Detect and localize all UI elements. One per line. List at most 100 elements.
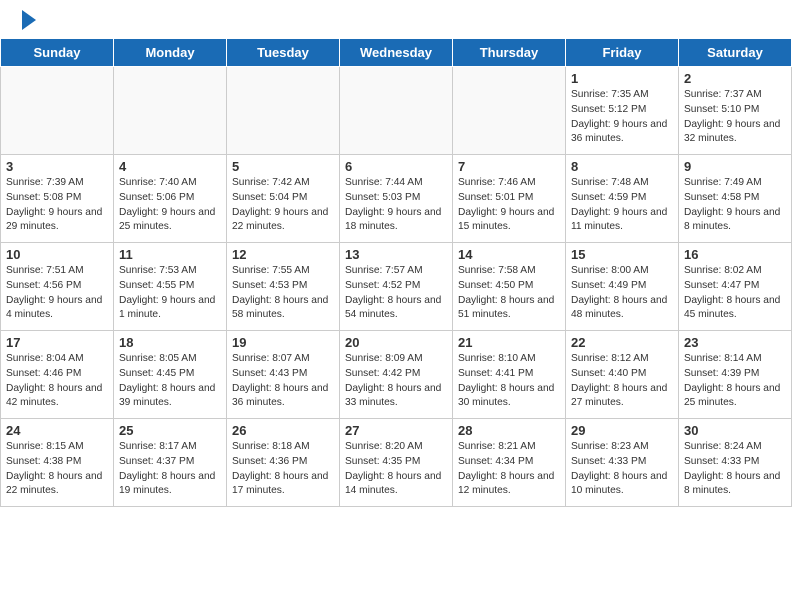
weekday-header-thursday: Thursday: [453, 39, 566, 67]
day-number: 26: [232, 423, 334, 438]
calendar-cell: 12 Sunrise: 7:55 AM Sunset: 4:53 PM Dayli…: [227, 243, 340, 331]
calendar-week-1: 1 Sunrise: 7:35 AM Sunset: 5:12 PM Daylig…: [1, 67, 792, 155]
calendar-cell: 11 Sunrise: 7:53 AM Sunset: 4:55 PM Dayli…: [114, 243, 227, 331]
day-number: 8: [571, 159, 673, 174]
calendar-cell: 28 Sunrise: 8:21 AM Sunset: 4:34 PM Dayli…: [453, 419, 566, 507]
calendar-cell: 9 Sunrise: 7:49 AM Sunset: 4:58 PM Daylig…: [679, 155, 792, 243]
day-number: 18: [119, 335, 221, 350]
day-number: 14: [458, 247, 560, 262]
day-number: 12: [232, 247, 334, 262]
day-info: Sunrise: 8:15 AM Sunset: 4:38 PM Dayligh…: [6, 440, 108, 499]
day-number: 25: [119, 423, 221, 438]
day-number: 3: [6, 159, 108, 174]
calendar-cell: 23Sunrise: 8:14 AM Sunset: 4:39 PM Dayli…: [679, 331, 792, 419]
day-number: 21: [458, 335, 560, 350]
day-number: 6: [345, 159, 447, 174]
day-info: Sunrise: 8:09 AM Sunset: 4:42 PM Dayligh…: [345, 352, 447, 411]
day-info: Sunrise: 7:46 AM Sunset: 5:01 PM Dayligh…: [458, 176, 560, 235]
calendar-week-5: 24 Sunrise: 8:15 AM Sunset: 4:38 PM Dayli…: [1, 419, 792, 507]
day-info: Sunrise: 8:07 AM Sunset: 4:43 PM Dayligh…: [232, 352, 334, 411]
calendar-cell: 8Sunrise: 7:48 AM Sunset: 4:59 PM Daylig…: [566, 155, 679, 243]
day-info: Sunrise: 7:42 AM Sunset: 5:04 PM Dayligh…: [232, 176, 334, 235]
calendar-cell: 26 Sunrise: 8:18 AM Sunset: 4:36 PM Dayli…: [227, 419, 340, 507]
calendar-cell: [114, 67, 227, 155]
calendar-cell: 22 Sunrise: 8:12 AM Sunset: 4:40 PM Dayli…: [566, 331, 679, 419]
day-number: 19: [232, 335, 334, 350]
day-info: Sunrise: 7:37 AM Sunset: 5:10 PM Dayligh…: [684, 88, 786, 147]
calendar-table: SundayMondayTuesdayWednesdayThursdayFrid…: [0, 38, 792, 507]
calendar-cell: [340, 67, 453, 155]
day-info: Sunrise: 8:20 AM Sunset: 4:35 PM Dayligh…: [345, 440, 447, 499]
calendar-cell: 24 Sunrise: 8:15 AM Sunset: 4:38 PM Dayli…: [1, 419, 114, 507]
calendar-cell: 27Sunrise: 8:20 AM Sunset: 4:35 PM Dayli…: [340, 419, 453, 507]
calendar-cell: 6 Sunrise: 7:44 AM Sunset: 5:03 PM Daylig…: [340, 155, 453, 243]
page-header: [0, 0, 792, 38]
day-number: 16: [684, 247, 786, 262]
day-info: Sunrise: 7:53 AM Sunset: 4:55 PM Dayligh…: [119, 264, 221, 323]
day-number: 15: [571, 247, 673, 262]
calendar-cell: 19 Sunrise: 8:07 AM Sunset: 4:43 PM Dayli…: [227, 331, 340, 419]
calendar-cell: 3 Sunrise: 7:39 AM Sunset: 5:08 PM Daylig…: [1, 155, 114, 243]
weekday-header-row: SundayMondayTuesdayWednesdayThursdayFrid…: [1, 39, 792, 67]
day-info: Sunrise: 7:58 AM Sunset: 4:50 PM Dayligh…: [458, 264, 560, 323]
day-number: 17: [6, 335, 108, 350]
day-info: Sunrise: 8:12 AM Sunset: 4:40 PM Dayligh…: [571, 352, 673, 411]
calendar-cell: 18Sunrise: 8:05 AM Sunset: 4:45 PM Dayli…: [114, 331, 227, 419]
day-number: 13: [345, 247, 447, 262]
calendar-cell: 10 Sunrise: 7:51 AM Sunset: 4:56 PM Dayli…: [1, 243, 114, 331]
calendar-cell: [1, 67, 114, 155]
day-info: Sunrise: 7:44 AM Sunset: 5:03 PM Dayligh…: [345, 176, 447, 235]
day-info: Sunrise: 7:39 AM Sunset: 5:08 PM Dayligh…: [6, 176, 108, 235]
day-info: Sunrise: 8:00 AM Sunset: 4:49 PM Dayligh…: [571, 264, 673, 323]
day-number: 22: [571, 335, 673, 350]
day-number: 20: [345, 335, 447, 350]
calendar-cell: 15 Sunrise: 8:00 AM Sunset: 4:49 PM Dayli…: [566, 243, 679, 331]
calendar-cell: 14 Sunrise: 7:58 AM Sunset: 4:50 PM Dayli…: [453, 243, 566, 331]
weekday-header-friday: Friday: [566, 39, 679, 67]
weekday-header-wednesday: Wednesday: [340, 39, 453, 67]
day-number: 29: [571, 423, 673, 438]
calendar-cell: 1 Sunrise: 7:35 AM Sunset: 5:12 PM Daylig…: [566, 67, 679, 155]
day-info: Sunrise: 8:17 AM Sunset: 4:37 PM Dayligh…: [119, 440, 221, 499]
day-number: 7: [458, 159, 560, 174]
day-info: Sunrise: 7:51 AM Sunset: 4:56 PM Dayligh…: [6, 264, 108, 323]
day-number: 1: [571, 71, 673, 86]
day-info: Sunrise: 8:02 AM Sunset: 4:47 PM Dayligh…: [684, 264, 786, 323]
day-number: 2: [684, 71, 786, 86]
day-info: Sunrise: 8:04 AM Sunset: 4:46 PM Dayligh…: [6, 352, 108, 411]
calendar-week-2: 3 Sunrise: 7:39 AM Sunset: 5:08 PM Daylig…: [1, 155, 792, 243]
weekday-header-saturday: Saturday: [679, 39, 792, 67]
calendar-cell: 21 Sunrise: 8:10 AM Sunset: 4:41 PM Dayli…: [453, 331, 566, 419]
day-info: Sunrise: 7:57 AM Sunset: 4:52 PM Dayligh…: [345, 264, 447, 323]
calendar-week-3: 10 Sunrise: 7:51 AM Sunset: 4:56 PM Dayli…: [1, 243, 792, 331]
day-number: 9: [684, 159, 786, 174]
weekday-header-monday: Monday: [114, 39, 227, 67]
day-number: 10: [6, 247, 108, 262]
day-number: 28: [458, 423, 560, 438]
weekday-header-sunday: Sunday: [1, 39, 114, 67]
calendar-cell: 30Sunrise: 8:24 AM Sunset: 4:33 PM Dayli…: [679, 419, 792, 507]
day-info: Sunrise: 7:49 AM Sunset: 4:58 PM Dayligh…: [684, 176, 786, 235]
weekday-header-tuesday: Tuesday: [227, 39, 340, 67]
day-info: Sunrise: 7:55 AM Sunset: 4:53 PM Dayligh…: [232, 264, 334, 323]
day-number: 4: [119, 159, 221, 174]
logo: [20, 12, 36, 30]
day-number: 24: [6, 423, 108, 438]
day-info: Sunrise: 8:21 AM Sunset: 4:34 PM Dayligh…: [458, 440, 560, 499]
calendar-cell: [227, 67, 340, 155]
calendar-cell: 17 Sunrise: 8:04 AM Sunset: 4:46 PM Dayli…: [1, 331, 114, 419]
calendar-cell: 2 Sunrise: 7:37 AM Sunset: 5:10 PM Daylig…: [679, 67, 792, 155]
day-info: Sunrise: 7:35 AM Sunset: 5:12 PM Dayligh…: [571, 88, 673, 147]
day-info: Sunrise: 7:40 AM Sunset: 5:06 PM Dayligh…: [119, 176, 221, 235]
calendar-cell: 13 Sunrise: 7:57 AM Sunset: 4:52 PM Dayli…: [340, 243, 453, 331]
calendar-cell: 7 Sunrise: 7:46 AM Sunset: 5:01 PM Daylig…: [453, 155, 566, 243]
day-info: Sunrise: 8:10 AM Sunset: 4:41 PM Dayligh…: [458, 352, 560, 411]
calendar-week-4: 17 Sunrise: 8:04 AM Sunset: 4:46 PM Dayli…: [1, 331, 792, 419]
day-number: 30: [684, 423, 786, 438]
day-number: 23: [684, 335, 786, 350]
calendar-cell: 29Sunrise: 8:23 AM Sunset: 4:33 PM Dayli…: [566, 419, 679, 507]
calendar-cell: 16 Sunrise: 8:02 AM Sunset: 4:47 PM Dayli…: [679, 243, 792, 331]
day-number: 11: [119, 247, 221, 262]
day-info: Sunrise: 8:18 AM Sunset: 4:36 PM Dayligh…: [232, 440, 334, 499]
calendar-cell: [453, 67, 566, 155]
